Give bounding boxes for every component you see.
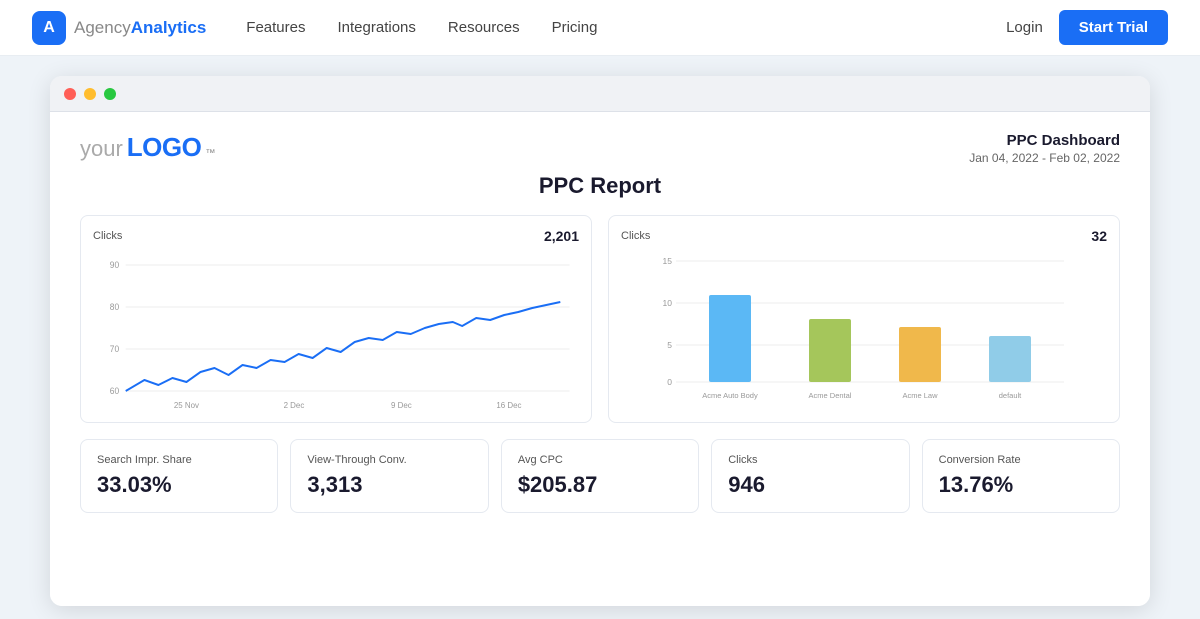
line-chart-label: Clicks [93, 230, 122, 242]
dot-close[interactable] [64, 88, 76, 100]
logo[interactable]: A AgencyAnalytics [32, 11, 206, 45]
stat-label-1: View-Through Conv. [307, 454, 471, 466]
stat-value-2: $205.87 [518, 472, 682, 498]
stat-value-3: 946 [728, 472, 892, 498]
stat-card-0: Search Impr. Share 33.03% [80, 439, 278, 513]
dashboard-date: Jan 04, 2022 - Feb 02, 2022 [969, 151, 1120, 165]
stat-value-4: 13.76% [939, 472, 1103, 498]
bar-chart-label: Clicks [621, 230, 650, 242]
svg-text:90: 90 [110, 260, 120, 270]
login-button[interactable]: Login [1006, 19, 1043, 36]
stat-card-1: View-Through Conv. 3,313 [290, 439, 488, 513]
svg-text:0: 0 [667, 377, 672, 387]
stat-label-4: Conversion Rate [939, 454, 1103, 466]
line-chart-svg: 90 80 70 60 25 Nov [93, 250, 579, 410]
report-logo: your LOGO ™ [80, 132, 215, 163]
dashboard-info: PPC Dashboard Jan 04, 2022 - Feb 02, 202… [969, 132, 1120, 165]
svg-text:25 Nov: 25 Nov [174, 401, 200, 410]
svg-text:70: 70 [110, 344, 120, 354]
svg-text:60: 60 [110, 386, 120, 396]
bar-chart-header: Clicks 32 [621, 228, 1107, 244]
logo-text: AgencyAnalytics [74, 18, 206, 38]
dashboard-title: PPC Dashboard [969, 132, 1120, 149]
stat-label-3: Clicks [728, 454, 892, 466]
svg-text:Acme Auto Body: Acme Auto Body [702, 391, 758, 400]
stat-label-2: Avg CPC [518, 454, 682, 466]
browser-window: your LOGO ™ PPC Dashboard Jan 04, 2022 -… [50, 76, 1150, 606]
stat-value-0: 33.03% [97, 472, 261, 498]
nav-pricing[interactable]: Pricing [552, 19, 598, 36]
svg-text:default: default [999, 391, 1022, 400]
bar-chart-svg: 15 10 5 0 Acme Auto Body [621, 250, 1107, 410]
nav-resources[interactable]: Resources [448, 19, 520, 36]
svg-text:16 Dec: 16 Dec [496, 401, 521, 410]
browser-chrome [50, 76, 1150, 112]
logo-your-text: your [80, 136, 123, 162]
bar-chart-container: 15 10 5 0 Acme Auto Body [621, 250, 1107, 410]
dot-maximize[interactable] [104, 88, 116, 100]
navbar: A AgencyAnalytics Features Integrations … [0, 0, 1200, 56]
nav-features[interactable]: Features [246, 19, 305, 36]
svg-text:10: 10 [663, 298, 673, 308]
stat-label-0: Search Impr. Share [97, 454, 261, 466]
svg-text:Acme Law: Acme Law [902, 391, 938, 400]
report-content: your LOGO ™ PPC Dashboard Jan 04, 2022 -… [50, 112, 1150, 606]
line-chart-header: Clicks 2,201 [93, 228, 579, 244]
stat-card-3: Clicks 946 [711, 439, 909, 513]
svg-text:2 Dec: 2 Dec [284, 401, 305, 410]
svg-text:15: 15 [663, 256, 673, 266]
stat-value-1: 3,313 [307, 472, 471, 498]
nav-integrations[interactable]: Integrations [338, 19, 416, 36]
line-chart-card: Clicks 2,201 90 80 70 60 [80, 215, 592, 423]
bar-chart-value: 32 [1091, 228, 1107, 244]
stats-row: Search Impr. Share 33.03% View-Through C… [80, 439, 1120, 513]
main-area: your LOGO ™ PPC Dashboard Jan 04, 2022 -… [0, 56, 1200, 619]
charts-row: Clicks 2,201 90 80 70 60 [80, 215, 1120, 423]
bar-chart-card: Clicks 32 15 10 5 0 [608, 215, 1120, 423]
nav-actions: Login Start Trial [1006, 10, 1168, 45]
nav-links: Features Integrations Resources Pricing [246, 19, 1006, 36]
svg-text:80: 80 [110, 302, 120, 312]
dot-minimize[interactable] [84, 88, 96, 100]
svg-text:5: 5 [667, 340, 672, 350]
svg-text:9 Dec: 9 Dec [391, 401, 412, 410]
start-trial-button[interactable]: Start Trial [1059, 10, 1168, 45]
logo-logo-text: LOGO [127, 132, 202, 163]
line-chart-value: 2,201 [544, 228, 579, 244]
report-title: PPC Report [80, 173, 1120, 199]
line-chart-container: 90 80 70 60 25 Nov [93, 250, 579, 410]
logo-icon: A [32, 11, 66, 45]
stat-card-2: Avg CPC $205.87 [501, 439, 699, 513]
logo-tm: ™ [205, 148, 215, 159]
report-header: your LOGO ™ PPC Dashboard Jan 04, 2022 -… [80, 132, 1120, 165]
stat-card-4: Conversion Rate 13.76% [922, 439, 1120, 513]
svg-text:Acme Dental: Acme Dental [809, 391, 852, 400]
